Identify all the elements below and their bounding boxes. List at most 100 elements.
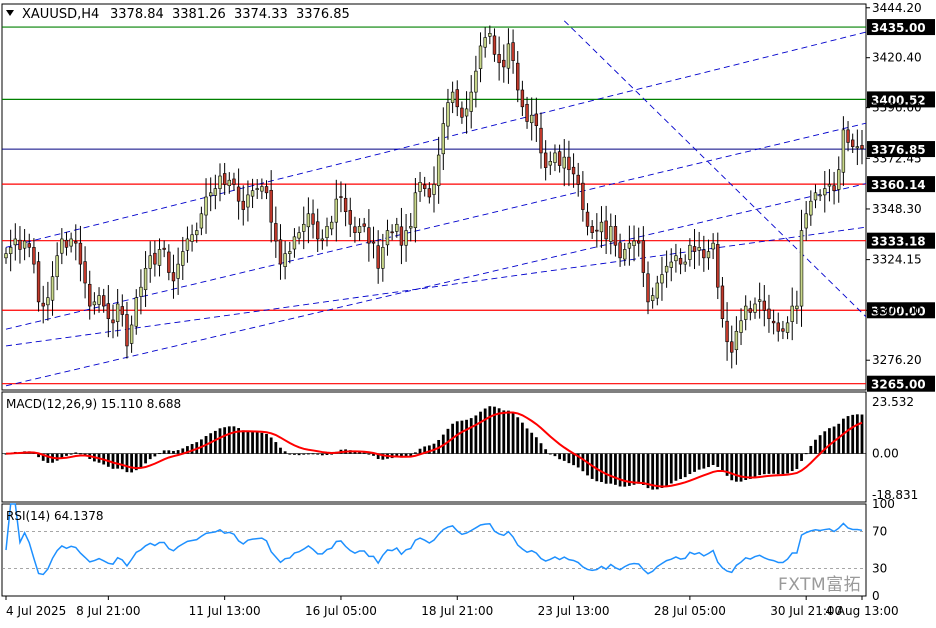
candle-body [669, 261, 673, 268]
candle-body [41, 302, 45, 307]
candle-body [804, 213, 808, 229]
candle-body [799, 230, 804, 307]
macd-bar [707, 453, 710, 468]
candle-body [688, 244, 692, 260]
macd-bar [153, 453, 157, 457]
candle-body [250, 190, 255, 197]
candle-body [8, 247, 13, 254]
candle-body [581, 182, 585, 210]
candle-body [134, 297, 138, 327]
macd-bar [781, 453, 785, 475]
macd-bar [669, 453, 673, 484]
macd-bar [855, 414, 859, 454]
candle-body [790, 305, 794, 322]
macd-tick-label: 0.00 [872, 447, 899, 461]
candle-body [543, 152, 548, 168]
candle-body [627, 242, 632, 249]
candle-body [711, 242, 715, 250]
price-tick-label: 3300.00 [872, 303, 922, 317]
candle-body [446, 102, 450, 127]
candle-body [455, 89, 459, 108]
macd-bar [60, 453, 64, 458]
candle-body [241, 200, 245, 210]
macd-bar [288, 453, 292, 455]
candle-body [120, 306, 125, 315]
macd-bar [790, 453, 794, 472]
candle-body [227, 179, 231, 186]
candle-body [725, 320, 729, 343]
macd-bar [553, 453, 557, 457]
macd-bar [818, 435, 822, 454]
candle-body [106, 303, 111, 319]
candle-body [525, 103, 529, 122]
candle-body [409, 226, 413, 229]
macd-bar [297, 453, 301, 456]
macd-bar [69, 453, 73, 455]
candle-body [483, 37, 487, 48]
macd-bar [860, 414, 864, 454]
candle-body [413, 192, 418, 228]
candle-body [176, 263, 180, 279]
macd-bar [800, 453, 803, 461]
macd-bar [367, 453, 371, 455]
candle-body [827, 184, 832, 187]
macd-bar [120, 453, 124, 470]
macd-bar [679, 453, 682, 479]
macd-bar [804, 453, 808, 455]
macd-bar [474, 415, 478, 454]
candle-body [781, 328, 785, 332]
candle-body [734, 330, 739, 351]
high-value: 3381.26 [172, 7, 226, 22]
macd-bar [507, 410, 510, 454]
candle-body [632, 240, 636, 246]
candle-body [553, 152, 557, 163]
macd-bar [176, 450, 180, 454]
candle-body [306, 213, 311, 228]
candle-body [650, 295, 655, 301]
macd-bar [730, 453, 734, 481]
candle-body [474, 70, 478, 93]
price-tick-label: 3420.40 [872, 51, 922, 65]
candle-body [283, 253, 287, 267]
macd-bar [748, 453, 752, 479]
macd-tick-label: 23.532 [872, 395, 914, 409]
macd-bar [851, 414, 855, 454]
candle-body [181, 251, 185, 266]
candle-body [129, 324, 134, 344]
candle-body [162, 247, 166, 250]
candle-body [371, 241, 376, 244]
rsi-tick-label: 100 [872, 497, 895, 511]
candle-body [88, 283, 92, 307]
candle-body [157, 249, 162, 266]
macd-bar [646, 453, 650, 489]
macd-bar [116, 453, 120, 469]
candle-body [297, 232, 301, 239]
candle-body [399, 226, 404, 246]
candle-body [757, 299, 762, 302]
candle-body [325, 226, 329, 238]
macd-bar [460, 420, 464, 454]
candle-body [655, 282, 659, 299]
candle-body [557, 151, 562, 166]
macd-bar [455, 421, 459, 454]
macd-bar [558, 453, 562, 460]
macd-bar [469, 418, 473, 454]
macd-bar [306, 453, 310, 455]
level-label-3: 3360.14 [871, 178, 926, 192]
candle-body [567, 156, 571, 171]
macd-bar [562, 453, 566, 461]
candle-body [497, 54, 501, 64]
macd-bar [786, 453, 789, 474]
macd-bar [190, 444, 194, 454]
macd-bar [539, 443, 543, 454]
price-chart-svg[interactable]: 3435.003400.523376.853360.143333.183300.… [0, 0, 936, 624]
candle-body [529, 114, 534, 124]
macd-bar [260, 432, 264, 454]
macd-bar [488, 406, 492, 454]
candle-body [36, 261, 41, 303]
candle-body [18, 239, 22, 250]
candle-body [460, 107, 464, 118]
low-value: 3374.33 [234, 7, 288, 22]
macd-bar [846, 416, 850, 454]
candle-body [69, 238, 73, 247]
